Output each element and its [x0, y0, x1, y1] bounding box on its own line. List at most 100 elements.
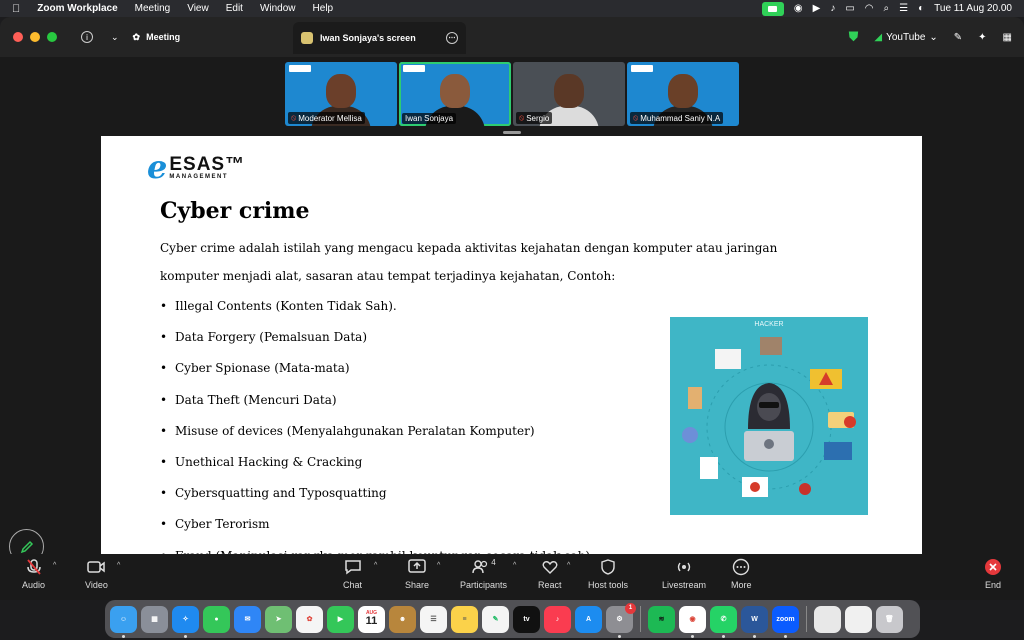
chevron-up-icon[interactable]: ^: [374, 562, 377, 569]
video-camera-icon: [87, 561, 106, 573]
end-meeting-button[interactable]: End: [984, 558, 1002, 590]
share-screen-tab[interactable]: Iwan Sonjaya's screen ⋯: [293, 22, 466, 54]
security-shield-icon[interactable]: ⛊: [849, 29, 859, 45]
esas-logo: e ESAS™ MANAGEMENT: [147, 151, 245, 183]
intro-line: Cyber crime adalah istilah yang mengacu …: [160, 241, 778, 255]
safari-icon[interactable]: ✧: [172, 605, 199, 638]
chevron-down-icon[interactable]: ⌄: [111, 32, 119, 43]
participant-tile[interactable]: ⦸ Moderator Mellisa: [285, 62, 397, 126]
contacts-icon[interactable]: ☻: [389, 605, 416, 633]
menu-help[interactable]: Help: [313, 3, 334, 14]
apple-icon[interactable]: : [12, 3, 20, 15]
control-center-icon[interactable]: ☰: [899, 3, 908, 14]
status-menu-icon[interactable]: ◉: [794, 3, 803, 14]
chevron-up-icon[interactable]: ^: [437, 562, 440, 569]
host-tools-button[interactable]: Host tools: [588, 558, 628, 590]
maps-icon[interactable]: ➤: [265, 605, 292, 633]
play-icon[interactable]: ▶: [813, 3, 821, 14]
react-button[interactable]: React: [538, 558, 562, 590]
system-settings-icon[interactable]: ⚙ 1: [606, 602, 636, 638]
share-button[interactable]: Share: [405, 558, 429, 590]
trash-icon[interactable]: 🗑: [876, 605, 903, 633]
chat-button[interactable]: Chat: [343, 558, 362, 590]
app-store-icon[interactable]: A: [575, 605, 602, 633]
meeting-icon: ✿: [132, 31, 141, 42]
chevron-up-icon[interactable]: ^: [53, 562, 56, 569]
person-face: [440, 74, 470, 108]
freeform-icon[interactable]: ✎: [482, 605, 509, 633]
livestream-label: Livestream: [662, 580, 707, 590]
info-icon[interactable]: i: [81, 31, 93, 43]
app-menu[interactable]: Zoom Workplace: [37, 3, 117, 14]
finder-icon[interactable]: ☺: [110, 605, 137, 638]
logo-thumbnail: [289, 65, 311, 72]
zoom-icon[interactable]: zoom: [772, 605, 799, 638]
person-face: [554, 74, 584, 108]
resize-handle[interactable]: [503, 131, 521, 134]
mac-dock: ☺ ▦ ✧ ● ✉ ➤ ✿ ▶ AUG 11 ☻ ☰ ≡ ✎ tv ♪ A ⚙ …: [105, 600, 920, 638]
menu-window[interactable]: Window: [260, 3, 296, 14]
menu-edit[interactable]: Edit: [226, 3, 243, 14]
close-window-button[interactable]: [13, 32, 23, 42]
chevron-up-icon[interactable]: ^: [513, 562, 516, 569]
recent-document-icon[interactable]: [814, 605, 841, 633]
music-icon[interactable]: ♪: [544, 605, 571, 633]
list-item: • Cyber Terorism: [160, 517, 270, 532]
annotate-icon[interactable]: ✎: [954, 32, 962, 43]
gallery-view-icon[interactable]: ▦: [1003, 32, 1012, 43]
view-options-icon[interactable]: ⋯: [446, 32, 458, 44]
word-icon[interactable]: W: [741, 605, 768, 638]
slide-intro: Cyber crime adalah istilah yang mengacu …: [160, 234, 840, 290]
mail-icon[interactable]: ✉: [234, 605, 261, 633]
messages-icon[interactable]: ●: [203, 605, 230, 633]
participant-tile[interactable]: ⦸ Sergio: [513, 62, 625, 126]
reminders-icon[interactable]: ☰: [420, 605, 447, 633]
chevron-up-icon[interactable]: ^: [567, 562, 570, 569]
siri-icon[interactable]: ◐: [918, 3, 924, 14]
photos-icon[interactable]: ✿: [296, 605, 323, 633]
apple-tv-icon[interactable]: tv: [513, 605, 540, 633]
participant-tile[interactable]: ⦸ Muhammad Saniy N.A: [627, 62, 739, 126]
facetime-icon[interactable]: ▶: [327, 605, 354, 633]
clock[interactable]: Tue 11 Aug 20.00: [934, 3, 1012, 14]
list-item: • Cybersquatting and Typosquatting: [160, 486, 387, 501]
meeting-tab-label[interactable]: Meeting: [146, 32, 180, 42]
hacker-illustration: HACKER: [670, 317, 868, 515]
search-icon[interactable]: ⌕: [884, 3, 890, 14]
broadcast-icon: [677, 562, 691, 572]
video-button[interactable]: Video: [85, 558, 108, 590]
chevron-up-icon[interactable]: ^: [117, 562, 120, 569]
sharer-avatar: [301, 32, 313, 44]
menu-view[interactable]: View: [187, 3, 209, 14]
maximize-window-button[interactable]: [47, 32, 57, 42]
zoom-video-status-icon[interactable]: [761, 1, 784, 16]
wifi-icon[interactable]: ◠: [865, 3, 874, 14]
audio-button[interactable]: Audio: [22, 558, 45, 590]
calendar-icon[interactable]: AUG 11: [358, 605, 385, 633]
minimize-window-button[interactable]: [30, 32, 40, 42]
chrome-icon[interactable]: ◉: [679, 605, 706, 638]
battery-icon[interactable]: ▭: [845, 3, 854, 14]
spotify-icon[interactable]: ≋: [648, 605, 675, 633]
mute-status-icon[interactable]: ♪: [830, 3, 835, 14]
ai-companion-icon[interactable]: ✦: [978, 32, 986, 43]
notes-icon[interactable]: ≡: [451, 605, 478, 633]
chat-icon: [344, 560, 361, 575]
host-tools-label: Host tools: [588, 580, 629, 590]
more-button[interactable]: More: [731, 558, 752, 590]
menu-meeting[interactable]: Meeting: [135, 3, 171, 14]
whatsapp-icon[interactable]: ✆: [710, 605, 737, 638]
participants-button[interactable]: 4 Participants: [460, 558, 507, 590]
participants-icon: [472, 560, 488, 574]
participants-count: 4: [491, 558, 496, 567]
livestream-button[interactable]: Livestream: [662, 558, 706, 590]
list-item: • Unethical Hacking & Cracking: [160, 454, 363, 469]
livestream-status[interactable]: ◢ YouTube ⌄: [874, 32, 937, 43]
participant-name-label: Iwan Sonjaya: [402, 113, 457, 124]
participant-tile-active[interactable]: Iwan Sonjaya: [399, 62, 511, 126]
downloads-stack-icon[interactable]: [845, 605, 872, 633]
launchpad-icon[interactable]: ▦: [141, 605, 168, 633]
mac-menubar:  Zoom Workplace Meeting View Edit Windo…: [0, 0, 1024, 17]
zoom-window: i ⌄ ✿ Meeting Iwan Sonjaya's screen ⋯ ⛊ …: [0, 17, 1024, 600]
mic-muted-icon: ⦸: [291, 113, 297, 122]
